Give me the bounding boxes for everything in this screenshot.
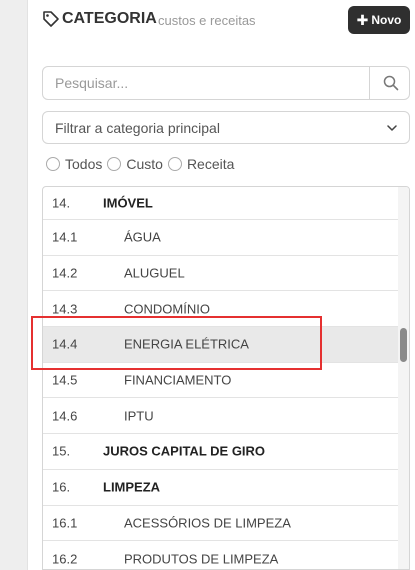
radio-label: Custo (126, 156, 163, 172)
category-list: 14. IMÓVEL 14.1 ÁGUA 14.2 ALUGUEL 14.3 C… (42, 186, 410, 570)
category-name: ALUGUEL (124, 265, 185, 281)
category-name: JUROS CAPITAL DE GIRO (103, 443, 266, 459)
main-category-select-value: Filtrar a categoria principal (55, 120, 220, 136)
radio-custo[interactable]: Custo (107, 156, 163, 172)
category-name: ACESSÓRIOS DE LIMPEZA (124, 515, 291, 531)
radio-todos[interactable]: Todos (46, 156, 102, 172)
category-name: LIMPEZA (103, 479, 161, 495)
category-row[interactable]: 14.6 IPTU (43, 398, 399, 435)
category-code: 14.5 (52, 372, 78, 388)
category-name: ÁGUA (124, 229, 161, 245)
category-row[interactable]: 16. LIMPEZA (43, 470, 399, 506)
category-name: FINANCIAMENTO (124, 372, 232, 388)
category-name: ENERGIA ELÉTRICA (124, 336, 249, 352)
chevron-down-icon (387, 125, 397, 131)
main-category-select[interactable]: Filtrar a categoria principal (42, 111, 410, 144)
search-input[interactable] (43, 67, 369, 99)
category-code: 15. (52, 443, 71, 459)
category-row[interactable]: 14.5 FINANCIAMENTO (43, 363, 399, 399)
list-scrollbar-track[interactable] (398, 187, 409, 569)
category-code: 16. (52, 479, 71, 495)
category-row[interactable]: 16.2 PRODUTOS DE LIMPEZA (43, 541, 399, 569)
page-subtitle: custos e receitas (158, 13, 256, 28)
list-scrollbar-thumb[interactable] (400, 328, 407, 362)
new-button-label: Novo (371, 13, 402, 27)
left-sidebar-strip (0, 0, 28, 570)
category-code: 14.2 (52, 265, 78, 281)
radio-circle[interactable] (167, 157, 182, 171)
new-category-button[interactable]: ✚ Novo (348, 6, 410, 34)
radio-circle[interactable] (107, 157, 122, 171)
category-code: 16.1 (52, 515, 78, 531)
category-row[interactable]: 14. IMÓVEL (43, 187, 399, 220)
search-box (42, 66, 410, 100)
category-row-selected[interactable]: 14.4 ENERGIA ELÉTRICA (43, 327, 399, 363)
category-row[interactable]: 16.1 ACESSÓRIOS DE LIMPEZA (43, 506, 399, 542)
category-code: 14.4 (52, 336, 78, 352)
tag-icon (43, 11, 59, 27)
category-name: CONDOMÍNIO (124, 301, 210, 317)
category-name: PRODUTOS DE LIMPEZA (124, 551, 279, 567)
radio-label: Receita (186, 156, 235, 172)
category-code: 14.6 (52, 408, 78, 424)
radio-circle[interactable] (46, 157, 60, 171)
category-name: IMÓVEL (103, 195, 153, 211)
page-title: CATEGORIA (62, 10, 157, 27)
category-name: IPTU (124, 408, 154, 424)
search-divider (369, 67, 370, 99)
radio-receita[interactable]: Receita (167, 156, 235, 172)
category-code: 16.2 (52, 551, 78, 567)
category-panel: CATEGORIA custos e receitas ✚ Novo Filtr… (28, 0, 415, 570)
category-row[interactable]: 14.2 ALUGUEL (43, 256, 399, 292)
search-icon[interactable] (383, 75, 399, 91)
category-row[interactable]: 14.1 ÁGUA (43, 220, 399, 256)
category-row[interactable]: 15. JUROS CAPITAL DE GIRO (43, 434, 399, 470)
category-row[interactable]: 14.3 CONDOMÍNIO (43, 291, 399, 328)
category-code: 14.3 (52, 301, 78, 317)
plus-icon: ✚ (356, 12, 369, 28)
category-code: 14.1 (52, 229, 78, 245)
category-code: 14. (52, 195, 71, 211)
type-filter-radio-group: Todos Custo Receita (46, 154, 239, 174)
radio-label: Todos (65, 156, 103, 172)
panel-header: CATEGORIA custos e receitas ✚ Novo (42, 4, 410, 34)
